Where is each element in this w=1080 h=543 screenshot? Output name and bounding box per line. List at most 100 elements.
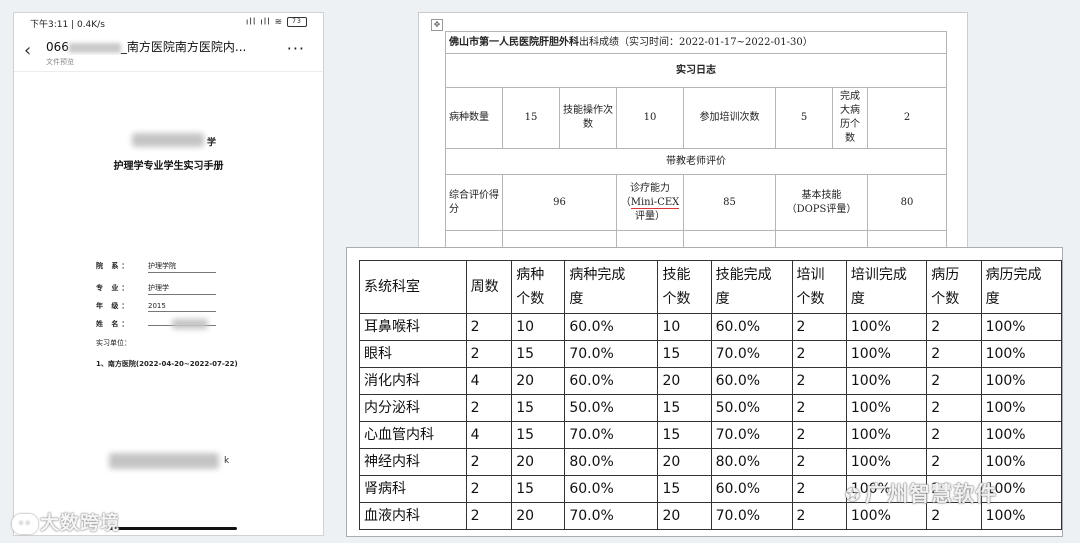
redacted-student-name [172,319,208,329]
table-cell: 2 [791,502,847,530]
table-cell: 2 [791,340,847,368]
table-cell: 4 [465,421,513,449]
field-major: 专 业： 护理学 [96,283,216,295]
table-row: 耳鼻喉科 2 10 60.0% 10 60.0% 2 100% 2 100% [359,313,1062,341]
table-cell: 心血管内科 [359,421,467,449]
disease-count-value: 15 [502,87,560,149]
table-cell: 2 [926,394,982,422]
wifi-icon: ≋ [274,17,284,28]
log-title: 佛山市第一人民医院肝胆外科出科成绩（实习时间：2022-01-17~2022-0… [445,31,947,54]
table-cell: 血液内科 [359,502,467,530]
status-time: 下午3:11 | 0.4K/s [30,20,105,30]
table-cell: 100% [980,394,1062,422]
redacted-signature [109,453,219,469]
table-cell: 15 [657,394,712,422]
disease-count-label: 病种数量 [445,87,503,149]
table-cell: 20 [657,448,712,476]
table-cell: 60.0% [564,475,659,503]
teacher-eval-title: 带教老师评价 [445,148,947,175]
column-header: 周数 [465,260,513,314]
table-cell: 2 [791,367,847,395]
table-cell: 100% [845,313,928,341]
table-cell: 15 [511,475,566,503]
table-cell: 消化内科 [359,367,467,395]
manual-title: 护理学专业学生实习手册 [113,161,224,172]
wechat-logo-icon: ✪ [845,485,862,506]
table-cell: 神经内科 [359,448,467,476]
internship-unit-value: 1、南方医院(2022-04-20~2022-07-22) [96,360,238,368]
watermark-logo-icon: ◦◦ [12,513,38,534]
table-cell: 100% [980,448,1062,476]
document-title: 066 _南方医院南方医院内... [46,38,284,55]
table-cell: 20 [657,502,712,530]
table-cell: 2 [465,475,513,503]
table-cell: 15 [657,475,712,503]
column-header: 病历完成度 [980,260,1062,314]
table-cell: 耳鼻喉科 [359,313,467,341]
table-cell: 2 [791,313,847,341]
status-bar: 下午3:11 | 0.4K/s ıll ıll ≋ 73 [14,13,323,33]
table-cell: 70.0% [564,421,659,449]
redacted-block [68,42,121,53]
table-cell: 15 [657,421,712,449]
table-cell: 60.0% [710,313,793,341]
table-cell: 20 [511,367,566,395]
battery-icon: 73 [287,17,307,27]
column-header: 培训 个数 [791,260,847,314]
column-header: 病历 个数 [926,260,982,314]
table-cell: 70.0% [710,340,793,368]
table-cell: 2 [926,313,982,341]
back-arrow-icon[interactable]: ‹ [24,40,31,61]
table-cell: 15 [511,421,566,449]
table-cell: 100% [980,421,1062,449]
internship-log-table: 佛山市第一人民医院肝胆外科出科成绩（实习时间：2022-01-17~2022-0… [445,31,947,251]
table-cell: 2 [465,394,513,422]
table-cell: 4 [465,367,513,395]
table-cell: 70.0% [564,340,659,368]
table-cell: 100% [845,367,928,395]
skill-count-value: 10 [616,87,684,149]
table-cell: 2 [791,448,847,476]
table-cell: 100% [845,448,928,476]
table-cell: 60.0% [710,367,793,395]
case-count-value: 2 [867,87,947,149]
log-section-title: 实习日志 [445,53,947,88]
table-cell: 10 [511,313,566,341]
case-count-label: 完成大病历个数 [832,87,868,149]
table-cell: 2 [926,340,982,368]
field-department: 院 系： 护理学院 [96,261,216,273]
table-cell: 2 [926,421,982,449]
table-row: 眼科 2 15 70.0% 15 70.0% 2 100% 2 100% [359,340,1062,368]
table-move-handle-icon[interactable]: ✥ [431,19,443,31]
table-row: 内分泌科 2 15 50.0% 15 50.0% 2 100% 2 100% [359,394,1062,422]
dops-value: 80 [867,174,947,231]
dops-label: 基本技能 （DOPS评量） [775,174,868,231]
training-count-value: 5 [775,87,833,149]
table-cell: 60.0% [710,475,793,503]
phone-screenshot: 下午3:11 | 0.4K/s ıll ıll ≋ 73 ‹ 066 _南方医院南… [13,12,324,536]
skill-count-label: 技能操作次数 [559,87,617,149]
signal-icon: ıll ıll [245,17,271,28]
table-cell: 50.0% [710,394,793,422]
column-header: 系统科室 [359,260,467,314]
title-suffix: _南方医院南方医院内... [120,40,247,54]
overall-score-label: 综合评价得分 [445,174,503,231]
table-row: 心血管内科 4 15 70.0% 15 70.0% 2 100% 2 100% [359,421,1062,449]
redacted-school-name [132,133,204,147]
table-cell: 20 [511,502,566,530]
more-options-icon[interactable]: ··· [287,39,305,58]
table-header-row: 系统科室 周数 病种 个数 病种完成度技能 个数 技能完成度培训 个数 培训完成度病历 个数 病历完… [359,260,1062,314]
field-grade: 年 级： 2015 [96,301,216,312]
table-cell: 50.0% [564,394,659,422]
internship-log-document: ✥ 佛山市第一人民医院肝胆外科出科成绩（实习时间：2022-01-17~2022… [418,12,968,252]
table-cell: 80.0% [564,448,659,476]
table-cell: 2 [465,340,513,368]
watermark-right: ✪ 广州智慧软件 [845,482,998,506]
table-cell: 2 [926,448,982,476]
table-cell: 100% [845,340,928,368]
overall-score-value: 96 [502,174,617,231]
mini-cex-label: 诊疗能力 （Mini-CEX评量） [616,174,684,231]
table-cell: 80.0% [710,448,793,476]
internship-unit-label: 实习单位： [96,339,131,347]
table-cell: 2 [465,502,513,530]
